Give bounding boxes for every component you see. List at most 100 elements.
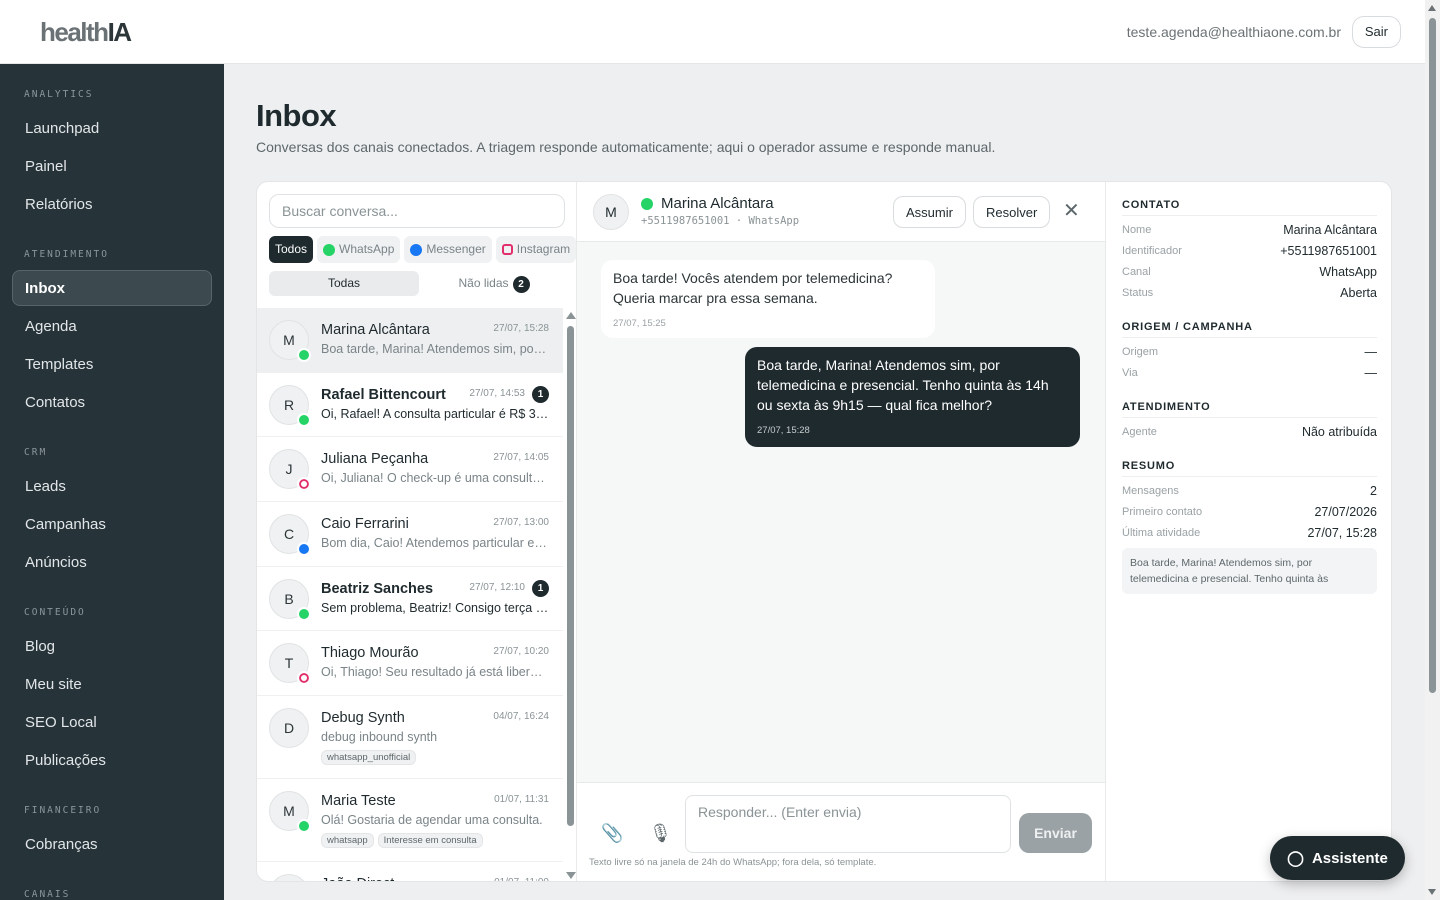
timestamp: 27/07, 12:10 [469, 581, 525, 593]
origin-section: ORIGEM / CAMPANHA Origem — Via — [1122, 316, 1377, 384]
whatsapp-icon [297, 819, 311, 834]
page-scrollbar[interactable] [1425, 0, 1440, 900]
timestamp: 27/07, 14:53 [469, 387, 525, 399]
filter-instagram[interactable]: Instagram [495, 236, 577, 263]
list-item[interactable]: J Juliana Peçanha 27/07, 14:05 Oi, Juliana!… [257, 437, 563, 503]
avatar: C [269, 514, 311, 557]
tag: Interesse em consulta [377, 833, 483, 849]
tag: whatsapp_unofficial [321, 750, 417, 766]
assistant-button[interactable]: ◯ Assistente [1270, 836, 1405, 880]
sidebar-item-relat-rios[interactable]: Relatórios [12, 186, 212, 222]
sidebar-item-leads[interactable]: Leads [12, 468, 212, 504]
list-item[interactable]: M Maria Teste 01/07, 11:31 Olá! Gostaria de… [257, 779, 563, 863]
contact-name: Caio Ferrarini [321, 516, 409, 533]
timestamp: 27/07, 13:00 [493, 517, 549, 529]
sidebar-item-launchpad[interactable]: Launchpad [12, 110, 212, 146]
sidebar-item-campanhas[interactable]: Campanhas [12, 506, 212, 542]
list-item[interactable]: R Rafael Bittencourt 27/07, 14:53 1 Oi, Rafa… [257, 373, 563, 438]
scroll-down-icon[interactable] [566, 872, 576, 879]
timestamp: 04/07, 16:24 [493, 711, 549, 723]
user-email: teste.agenda@healthiaone.com.br [1126, 24, 1341, 40]
filter-label: Messenger [426, 242, 486, 256]
sidebar-item-an-ncios[interactable]: Anúncios [12, 544, 212, 580]
avatar: D [269, 708, 309, 749]
message-preview: Olá! Gostaria de agendar uma consulta. [321, 813, 543, 828]
logout-button[interactable]: Sair [1351, 16, 1401, 48]
list-item[interactable]: C Caio Ferrarini 27/07, 13:00 Bom dia, Caio… [257, 502, 563, 567]
info-label: Primeiro contato [1122, 506, 1203, 518]
close-icon[interactable]: ✕ [1063, 198, 1080, 224]
instagram-icon [297, 671, 311, 686]
search-input[interactable] [269, 194, 565, 228]
sidebar-item-cobran-as[interactable]: Cobranças [12, 826, 212, 862]
avatar: R [269, 384, 311, 427]
info-row: Origem — [1122, 342, 1377, 363]
info-row: Agente Não atribuída [1122, 422, 1377, 443]
messenger-icon [410, 243, 423, 256]
info-row: Nome Marina Alcântara [1122, 220, 1377, 241]
list-scrollbar[interactable] [563, 308, 577, 881]
chat-name-text: Marina Alcântara [661, 195, 774, 212]
send-button[interactable]: Enviar [1019, 813, 1092, 853]
sidebar-item-seo-local[interactable]: SEO Local [12, 704, 212, 740]
timestamp: 01/07, 11:00 [494, 877, 549, 881]
filter-todos[interactable]: Todos [269, 236, 314, 263]
contact-rows: Nome Marina Alcântara Identificador +551198… [1122, 220, 1377, 304]
filter-label: Todos [275, 242, 308, 256]
list-item[interactable]: B Beatriz Sanches 27/07, 12:10 1 Sem problem… [257, 567, 563, 632]
sidebar-item-meu-site[interactable]: Meu site [12, 666, 212, 702]
microphone-icon[interactable]: 🎙 [649, 823, 672, 844]
tab-all[interactable]: Todas [269, 271, 419, 296]
avatar: B [269, 578, 311, 621]
info-label: Nome [1122, 224, 1152, 236]
filter-messenger[interactable]: Messenger [404, 236, 492, 263]
assume-button[interactable]: Assumir [893, 196, 966, 228]
scroll-up-icon[interactable] [566, 312, 576, 319]
sidebar-item-publica-es[interactable]: Publicações [12, 742, 212, 778]
contact-name: Juliana Peçanha [321, 451, 429, 468]
avatar-initial: D [283, 720, 295, 737]
avatar: J [269, 874, 309, 881]
avatar-initial: R [283, 396, 295, 413]
info-value: WhatsApp [1319, 265, 1377, 279]
attach-icon[interactable]: 📎 [601, 823, 623, 844]
list-item[interactable]: T Thiago Mourão 27/07, 10:20 Oi, Thiago! Se… [257, 631, 563, 697]
composer-hint: Texto livre só na janela de 24h do Whats… [589, 857, 877, 868]
info-label: Mensagens [1122, 485, 1179, 497]
avatar: M [593, 194, 629, 230]
section-title: CONTEÚDO [24, 607, 86, 618]
sidebar-item-blog[interactable]: Blog [12, 628, 212, 664]
service-section: ATENDIMENTO Agente Não atribuída [1122, 396, 1377, 443]
whatsapp-icon [297, 412, 311, 427]
info-value: — [1364, 345, 1378, 359]
scroll-thumb[interactable] [567, 326, 574, 826]
info-row: Primeiro contato 27/07/2026 [1122, 502, 1377, 523]
filter-whatsapp[interactable]: WhatsApp [317, 236, 401, 263]
timestamp: 01/07, 11:31 [494, 794, 549, 806]
scroll-up-icon[interactable] [1428, 5, 1436, 11]
sidebar-item-contatos[interactable]: Contatos [12, 384, 212, 420]
list-item[interactable]: J João Direct 01/07, 11:00 [257, 862, 563, 881]
composer: 📎 🎙 Enviar Texto livre só na janela de 2… [577, 782, 1105, 881]
avatar: J [269, 449, 311, 492]
reply-input[interactable] [685, 795, 1011, 853]
sidebar-item-inbox[interactable]: Inbox [12, 270, 212, 306]
list-item[interactable]: M Marina Alcântara 27/07, 15:28 Boa tarde, … [257, 308, 563, 373]
contact-name: Beatriz Sanches [321, 580, 434, 597]
sidebar-item-agenda[interactable]: Agenda [12, 308, 212, 344]
sidebar-item-templates[interactable]: Templates [12, 346, 212, 382]
scroll-thumb[interactable] [1429, 18, 1436, 693]
section-title: RESUMO [1122, 455, 1377, 477]
scroll-down-icon[interactable] [1428, 889, 1436, 895]
resolve-button[interactable]: Resolver [973, 196, 1051, 228]
chat-contact-subtitle: +5511987651001 · WhatsApp [641, 215, 800, 227]
avatar-initial: M [283, 803, 295, 820]
tab-unread[interactable]: Não lidas 2 [419, 271, 569, 296]
list-item[interactable]: D Debug Synth 04/07, 16:24 debug inbound sy… [257, 696, 563, 780]
avatar-initial: J [285, 461, 293, 478]
info-value: Aberta [1340, 286, 1377, 300]
contact-name: Debug Synth [321, 710, 405, 727]
sidebar-item-painel[interactable]: Painel [12, 148, 212, 184]
app-logo[interactable]: healthIA [40, 17, 132, 48]
info-value: 27/07/2026 [1314, 505, 1377, 519]
